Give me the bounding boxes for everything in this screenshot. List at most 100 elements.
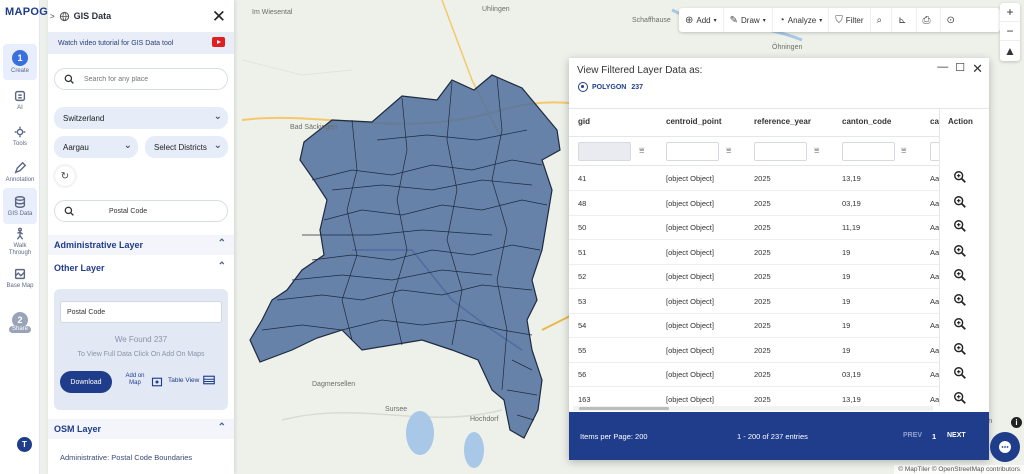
osm-postal-item[interactable]: Administrative: Postal Code Boundaries: [60, 453, 192, 462]
zoom-to-feature-icon[interactable]: [953, 268, 967, 282]
filter-icon[interactable]: ⩸: [726, 145, 731, 156]
year-filter-input[interactable]: [754, 142, 807, 161]
place-search[interactable]: [54, 68, 228, 90]
zoom-to-feature-icon[interactable]: [953, 317, 967, 331]
cell-canton: 19: [842, 296, 851, 306]
rail-tools[interactable]: Tools: [3, 118, 37, 154]
table-row[interactable]: 51 [object Object] 2025 19 Aa: [569, 240, 989, 265]
col-canton-code[interactable]: canton_code: [842, 117, 891, 126]
country-select[interactable]: Switzerland ⌄: [54, 107, 228, 129]
draw-label: Draw: [741, 15, 760, 25]
rail-create[interactable]: 1 Create: [3, 44, 37, 80]
rail-walk-through[interactable]: Walk Through: [3, 224, 37, 260]
download-button[interactable]: Download: [60, 371, 112, 393]
close-icon[interactable]: ✕: [212, 7, 226, 27]
compass-button[interactable]: ▲: [1000, 41, 1020, 60]
zoom-to-feature-icon[interactable]: [953, 219, 967, 233]
tutorial-text: Watch video tutorial for GIS Data tool: [58, 39, 174, 47]
zoom-to-feature-icon[interactable]: [953, 170, 967, 184]
table-row[interactable]: 53 [object Object] 2025 19 Aa: [569, 289, 989, 314]
cell-year: 2025: [754, 272, 771, 281]
rail-ai[interactable]: AI: [3, 82, 37, 118]
analyze-button[interactable]: ◔ Analyze ▾: [773, 8, 830, 32]
tutorial-link[interactable]: Watch video tutorial for GIS Data tool: [48, 32, 234, 54]
data-table: gid centroid_point reference_year canton…: [569, 108, 989, 406]
postal-code-search[interactable]: Postal Code: [54, 200, 228, 222]
polygon-radio[interactable]: POLYGON 237: [578, 82, 643, 92]
prev-button[interactable]: PREV: [903, 432, 922, 439]
table-row[interactable]: 56 [object Object] 2025 03,19 Aa: [569, 362, 989, 387]
canton-filter-input[interactable]: [842, 142, 895, 161]
rail-annotation[interactable]: Annotation: [3, 154, 37, 190]
zoom-to-feature-icon[interactable]: [953, 366, 967, 380]
entries-range: 1 - 200 of 237 entries: [737, 432, 808, 441]
close-icon[interactable]: ✕: [972, 61, 983, 77]
zoom-to-feature-icon[interactable]: [953, 342, 967, 356]
cell-canton: 19: [842, 321, 851, 330]
info-icon[interactable]: i: [1011, 417, 1022, 428]
filter-icon: ⛉: [835, 14, 843, 26]
scroll-thumb[interactable]: [579, 407, 669, 410]
zoom-to-feature-icon[interactable]: [953, 391, 967, 405]
osm-layer-header[interactable]: OSM Layer ⌃: [48, 419, 234, 439]
table-row[interactable]: 50 [object Object] 2025 11,19 Aa: [569, 215, 989, 240]
other-layer-header[interactable]: Other Layer ⌃: [48, 258, 234, 278]
rail-walk-label: Walk Through: [8, 243, 32, 256]
feedback-button[interactable]: T: [17, 437, 32, 452]
page-number[interactable]: 1: [932, 432, 936, 441]
table-row[interactable]: 41 [object Object] 2025 13,19 Aa: [569, 166, 989, 191]
map-pin-icon[interactable]: [151, 376, 163, 388]
rail-base-map[interactable]: Base Map: [3, 260, 37, 296]
rail-share[interactable]: 2 Share: [3, 304, 37, 340]
logo[interactable]: MAPOG: [5, 6, 48, 18]
centroid-filter-input[interactable]: [666, 142, 719, 161]
gid-filter-input[interactable]: [578, 142, 631, 161]
zoom-to-feature-icon[interactable]: [953, 293, 967, 307]
map-attribution[interactable]: © MapTiler © OpenStreetMap contributors: [894, 465, 1024, 474]
table-row[interactable]: 163 [object Object] 2025 13,19 Aa: [569, 387, 989, 407]
filter-button[interactable]: ⛉ Filter: [829, 8, 871, 32]
col-gid[interactable]: gid: [578, 117, 590, 126]
measure-button[interactable]: ⊾: [892, 8, 917, 32]
table-row[interactable]: 52 [object Object] 2025 19 Aa: [569, 264, 989, 289]
maximize-icon[interactable]: ☐: [955, 61, 965, 77]
zoom-out-button[interactable]: −: [1000, 22, 1020, 41]
zoom-in-button[interactable]: +: [1000, 3, 1020, 22]
place-search-input[interactable]: [84, 75, 214, 83]
refresh-icon[interactable]: ↻: [55, 166, 75, 186]
region-select[interactable]: Aargau ⌄: [54, 136, 138, 158]
chat-button[interactable]: [990, 432, 1020, 462]
filter-icon[interactable]: ⩸: [814, 145, 819, 156]
items-per-page[interactable]: Items per Page: 200: [580, 432, 648, 441]
print-button[interactable]: ⎙: [917, 8, 941, 32]
gis-data-panel: > GIS Data ✕ Watch video tutorial for GI…: [48, 0, 234, 474]
minimize-icon[interactable]: —: [937, 61, 948, 77]
next-button[interactable]: NEXT: [947, 432, 966, 439]
add-on-map-button[interactable]: Add on Map: [120, 373, 150, 387]
district-select[interactable]: Select Districts ⌄: [145, 136, 228, 158]
cell-centroid: [object Object]: [666, 321, 714, 330]
rail-gis-data[interactable]: GIS Data: [3, 188, 37, 224]
table-row[interactable]: 55 [object Object] 2025 19 Aa: [569, 338, 989, 363]
locate-button[interactable]: ⊙: [941, 8, 964, 32]
zoom-to-feature-icon[interactable]: [953, 195, 967, 209]
search-map-button[interactable]: ⌕: [871, 8, 893, 32]
col-centroid-point[interactable]: centroid_point: [666, 117, 722, 126]
horizontal-scrollbar[interactable]: [573, 406, 933, 411]
table-row[interactable]: 48 [object Object] 2025 03,19 Aa: [569, 191, 989, 216]
zoom-to-feature-icon[interactable]: [953, 244, 967, 258]
add-button[interactable]: ⊕ Add ▾: [679, 8, 724, 32]
filter-icon[interactable]: ⩸: [639, 145, 644, 156]
table-view-button[interactable]: Table View: [168, 375, 219, 385]
osm-layer-label: OSM Layer: [54, 424, 102, 434]
chat-icon: [999, 441, 1011, 453]
table-row[interactable]: 54 [object Object] 2025 19 Aa: [569, 313, 989, 338]
youtube-icon[interactable]: [212, 37, 225, 47]
layer-name-field[interactable]: Postal Code: [60, 301, 222, 323]
administrative-layer-header[interactable]: Administrative Layer ⌃: [48, 235, 234, 255]
filter-icon[interactable]: ⩸: [901, 145, 906, 156]
draw-button[interactable]: ✎ Draw ▾: [724, 8, 773, 32]
col-reference-year[interactable]: reference_year: [754, 117, 811, 126]
col-ca[interactable]: ca: [930, 117, 939, 126]
chevron-right-icon[interactable]: >: [50, 12, 55, 21]
